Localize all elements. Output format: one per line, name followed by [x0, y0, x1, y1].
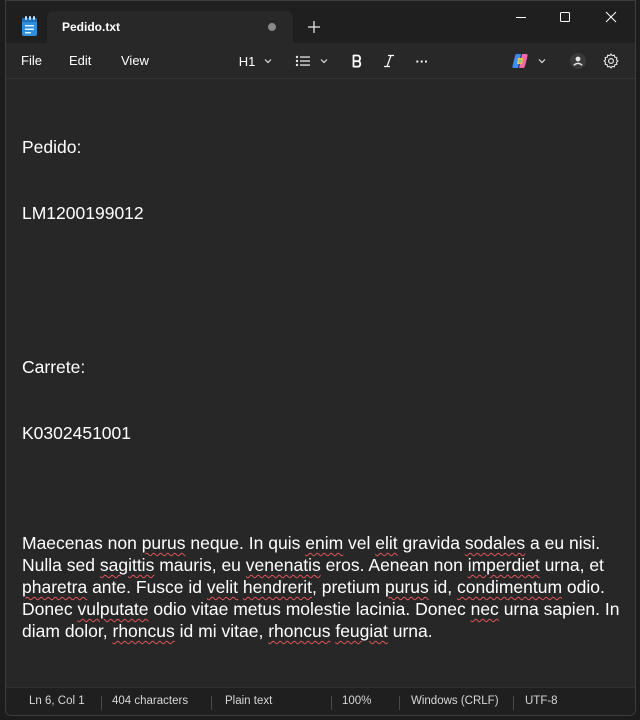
character-count: 404 characters [112, 695, 189, 707]
heading-dropdown[interactable]: H1 [234, 49, 278, 73]
unsaved-indicator-icon[interactable] [268, 23, 276, 31]
doc-line: Pedido: [22, 137, 82, 157]
maximize-icon [560, 12, 570, 22]
close-button[interactable] [589, 5, 633, 29]
chevron-down-icon [538, 59, 546, 64]
misspelled-word[interactable]: velit [207, 577, 238, 597]
list-dropdown[interactable] [292, 49, 332, 73]
misspelled-word[interactable]: purus [142, 533, 186, 553]
close-icon [605, 11, 617, 23]
misspelled-word[interactable]: pharetra [22, 577, 87, 597]
doc-line: Carrete: [22, 357, 86, 377]
italic-icon [384, 54, 394, 68]
notepad-window: Pedido.txt File Edit View H1 ··· Pedido:… [5, 0, 636, 716]
new-tab-button[interactable] [302, 15, 326, 39]
text-format[interactable]: Plain text [225, 695, 272, 707]
encoding[interactable]: UTF-8 [525, 695, 558, 707]
heading-label: H1 [238, 53, 256, 69]
bold-icon [352, 54, 362, 68]
title-bar[interactable]: Pedido.txt [6, 1, 635, 44]
status-bar: Ln 6, Col 1 404 characters Plain text 10… [6, 687, 635, 715]
misspelled-word[interactable]: condimentum [457, 577, 562, 597]
misspelled-word[interactable]: purus [385, 577, 429, 597]
plus-icon [308, 21, 320, 33]
maximize-button[interactable] [543, 5, 587, 29]
zoom-level[interactable]: 100% [342, 695, 371, 707]
status-divider [331, 696, 332, 710]
misspelled-word[interactable]: imperdiet [468, 555, 540, 575]
misspelled-word[interactable]: rhoncus [113, 621, 175, 641]
chevron-down-icon [320, 59, 328, 64]
misspelled-word[interactable]: feugiat [335, 621, 388, 641]
doc-paragraph: Maecenas non purus neque. In quis enim v… [22, 533, 620, 641]
bullet-list-icon [295, 55, 310, 67]
account-button[interactable] [566, 49, 590, 73]
copilot-button[interactable] [507, 49, 551, 73]
text-editor[interactable]: Pedido: LM1200199012 Carrete: K030245100… [6, 80, 635, 687]
account-icon [570, 53, 586, 69]
misspelled-word[interactable]: vulputate [77, 599, 148, 619]
line-ending[interactable]: Windows (CRLF) [411, 695, 499, 707]
copilot-icon [512, 54, 528, 68]
misspelled-word[interactable]: enim [305, 533, 343, 553]
misspelled-word[interactable]: venenatis [246, 555, 321, 575]
misspelled-word[interactable]: sodales [465, 533, 525, 553]
tab-title: Pedido.txt [62, 20, 121, 34]
misspelled-word[interactable]: nec [471, 599, 499, 619]
document-text[interactable]: Pedido: LM1200199012 Carrete: K030245100… [22, 92, 622, 686]
chevron-down-icon [264, 59, 272, 64]
menu-bar: File Edit View H1 ··· [6, 43, 635, 79]
misspelled-word[interactable]: elit [375, 533, 397, 553]
minimize-button[interactable] [499, 5, 543, 29]
menu-edit[interactable]: Edit [69, 53, 91, 68]
tab-pedido[interactable]: Pedido.txt [47, 11, 293, 44]
italic-button[interactable] [378, 49, 400, 73]
status-divider [399, 696, 400, 710]
misspelled-word[interactable]: sagittis [100, 555, 154, 575]
status-divider [211, 696, 212, 710]
more-options-button[interactable]: ··· [410, 49, 434, 73]
misspelled-word[interactable]: hendrerit [243, 577, 312, 597]
status-divider [101, 696, 102, 710]
menu-file[interactable]: File [21, 53, 42, 68]
status-divider [513, 696, 514, 710]
gear-icon [603, 53, 619, 69]
doc-line: K0302451001 [22, 423, 131, 443]
more-icon: ··· [415, 53, 429, 69]
cursor-position[interactable]: Ln 6, Col 1 [29, 695, 85, 707]
minimize-icon [516, 17, 526, 18]
menu-view[interactable]: View [121, 53, 149, 68]
misspelled-word[interactable]: rhoncus [268, 621, 330, 641]
notepad-app-icon [22, 16, 37, 36]
bold-button[interactable] [346, 49, 368, 73]
settings-button[interactable] [599, 49, 623, 73]
doc-line: LM1200199012 [22, 203, 144, 223]
